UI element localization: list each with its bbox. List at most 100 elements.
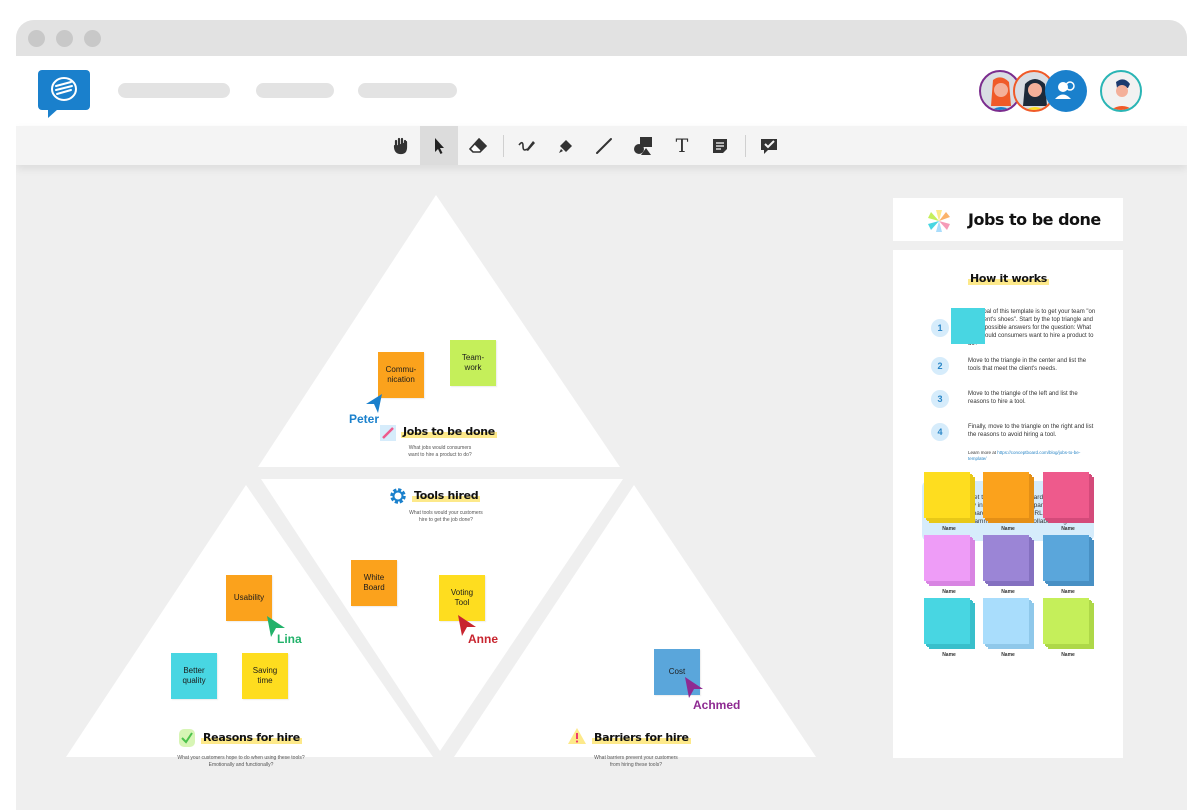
highlighter-icon: [559, 139, 572, 153]
title-bar: [16, 20, 1187, 56]
learn-more-text: Learn more at https://conceptboard.com/b…: [968, 450, 1081, 461]
sticky-layer: [1043, 535, 1089, 581]
sticky-layer: [983, 535, 1029, 581]
window-minimize-button[interactable]: [56, 30, 73, 47]
sticky-layer: [1043, 472, 1089, 518]
window-close-button[interactable]: [28, 30, 45, 47]
collaborator-cursor-icon: [366, 394, 382, 413]
sticky-layer: [924, 598, 970, 644]
sticky-stack-label: Name: [1061, 652, 1075, 658]
instructions-panel: How it works 1 The goal of this template…: [893, 250, 1123, 758]
shapes-icon: [634, 136, 652, 155]
toolbar-separator: [745, 135, 746, 157]
section-title-jobs: Jobs to be done: [401, 425, 497, 438]
review-tool[interactable]: [750, 126, 788, 165]
conceptboard-logo-icon[interactable]: [38, 70, 90, 118]
sticky-note[interactable]: Better quality: [171, 653, 217, 699]
sticky-stack-label: Name: [1061, 589, 1075, 595]
sticky-stack-label: Name: [942, 526, 956, 532]
sticky-stack-label: Name: [942, 589, 956, 595]
sticky-stack[interactable]: [983, 535, 1034, 586]
checkmark-icon: [179, 729, 195, 747]
hand-icon: [393, 137, 408, 154]
eraser-tool[interactable]: [459, 126, 497, 165]
section-subtitle-barriers: What barriers prevent your customers from…: [594, 755, 678, 768]
window-maximize-button[interactable]: [84, 30, 101, 47]
board-canvas[interactable]: Jobs to be done What jobs would consumer…: [16, 165, 1187, 810]
step-text: Move to the triangle in the center and l…: [968, 358, 1087, 372]
eraser-icon: [468, 137, 488, 153]
step-number: 2: [931, 357, 949, 375]
sticky-stack[interactable]: [1043, 535, 1094, 586]
select-tool[interactable]: [420, 126, 458, 165]
app-header: [16, 56, 1187, 126]
nav-placeholder-2[interactable]: [256, 83, 334, 98]
participants-icon[interactable]: [1045, 70, 1087, 112]
section-title-reasons: Reasons for hire: [201, 731, 302, 744]
gear-icon: [390, 488, 406, 504]
sticky-stack[interactable]: [924, 598, 975, 649]
step-text: Finally, move to the triangle on the rig…: [968, 424, 1094, 438]
sticky-layer: [924, 472, 970, 518]
sticky-note[interactable]: [951, 308, 985, 344]
section-subtitle-reasons: What your customers hope to do when usin…: [177, 755, 305, 768]
template-title: Jobs to be done: [968, 210, 1101, 229]
sticky-stack-label: Name: [1001, 652, 1015, 658]
warning-icon: [568, 728, 586, 744]
pen-icon: [518, 140, 535, 151]
sticky-stack-label: Name: [1001, 589, 1015, 595]
sticky-note[interactable]: Saving time: [242, 653, 288, 699]
toolbar-separator: [503, 135, 504, 157]
sticky-note-tool[interactable]: [701, 126, 739, 165]
sticky-note[interactable]: White Board: [351, 560, 397, 606]
sticky-stack[interactable]: [983, 598, 1034, 649]
highlighter-tool[interactable]: [547, 126, 585, 165]
sticky-layer: [983, 598, 1029, 644]
line-tool[interactable]: [585, 126, 623, 165]
step-number: 1: [931, 319, 949, 337]
sticky-stack[interactable]: [1043, 598, 1094, 649]
section-title-tools: Tools hired: [412, 489, 481, 502]
how-it-works-title: How it works: [968, 272, 1050, 285]
sticky-layer: [924, 535, 970, 581]
sticky-stack[interactable]: [1043, 472, 1094, 523]
collaborator-name-lina: Lina: [277, 632, 302, 646]
pen-tool[interactable]: [508, 126, 546, 165]
nav-placeholder-1[interactable]: [118, 83, 230, 98]
browser-window: T Jobs to be done What jobs would consum…: [16, 20, 1187, 810]
step-text: The goal of this template is to get your…: [968, 309, 1096, 347]
sticky-note-icon: [713, 138, 727, 153]
avatar-man[interactable]: [1100, 70, 1142, 112]
sticky-stack[interactable]: [983, 472, 1034, 523]
sticky-stack-label: Name: [1061, 526, 1075, 532]
collaborator-cursor-icon: [685, 677, 703, 698]
sticky-note[interactable]: Commu-nication: [378, 352, 424, 398]
collaborator-name-achmed: Achmed: [693, 698, 741, 712]
template-logo-icon: [928, 210, 950, 232]
sticky-layer: [1043, 598, 1089, 644]
line-icon: [596, 137, 612, 154]
section-subtitle-jobs: What jobs would consumers want to hire a …: [408, 445, 472, 458]
step-number: 4: [931, 423, 949, 441]
text-tool[interactable]: T: [663, 126, 701, 165]
sticky-stack[interactable]: [924, 535, 975, 586]
text-icon: T: [675, 134, 689, 157]
sticky-stack[interactable]: [924, 472, 975, 523]
hand-tool[interactable]: [382, 126, 420, 165]
triangle-sections: [66, 195, 816, 757]
section-subtitle-tools: What tools would your customers hire to g…: [409, 510, 483, 523]
sticky-layer: [983, 472, 1029, 518]
sticky-stack-label: Name: [1001, 526, 1015, 532]
step-number: 3: [931, 390, 949, 408]
collaborator-name-anne: Anne: [468, 632, 498, 646]
shapes-tool[interactable]: [624, 126, 662, 165]
drawing-toolbar: T: [16, 126, 1187, 165]
template-title-card: Jobs to be done: [893, 198, 1123, 241]
nav-placeholder-3[interactable]: [358, 83, 457, 98]
pointer-icon: [435, 137, 444, 154]
section-title-barriers: Barriers for hire: [592, 731, 691, 744]
pencil-icon: [380, 425, 396, 441]
sticky-note[interactable]: Team-work: [450, 340, 496, 386]
step-text: Move to the triangle of the left and lis…: [968, 391, 1078, 405]
collaborator-name-peter: Peter: [349, 412, 380, 426]
